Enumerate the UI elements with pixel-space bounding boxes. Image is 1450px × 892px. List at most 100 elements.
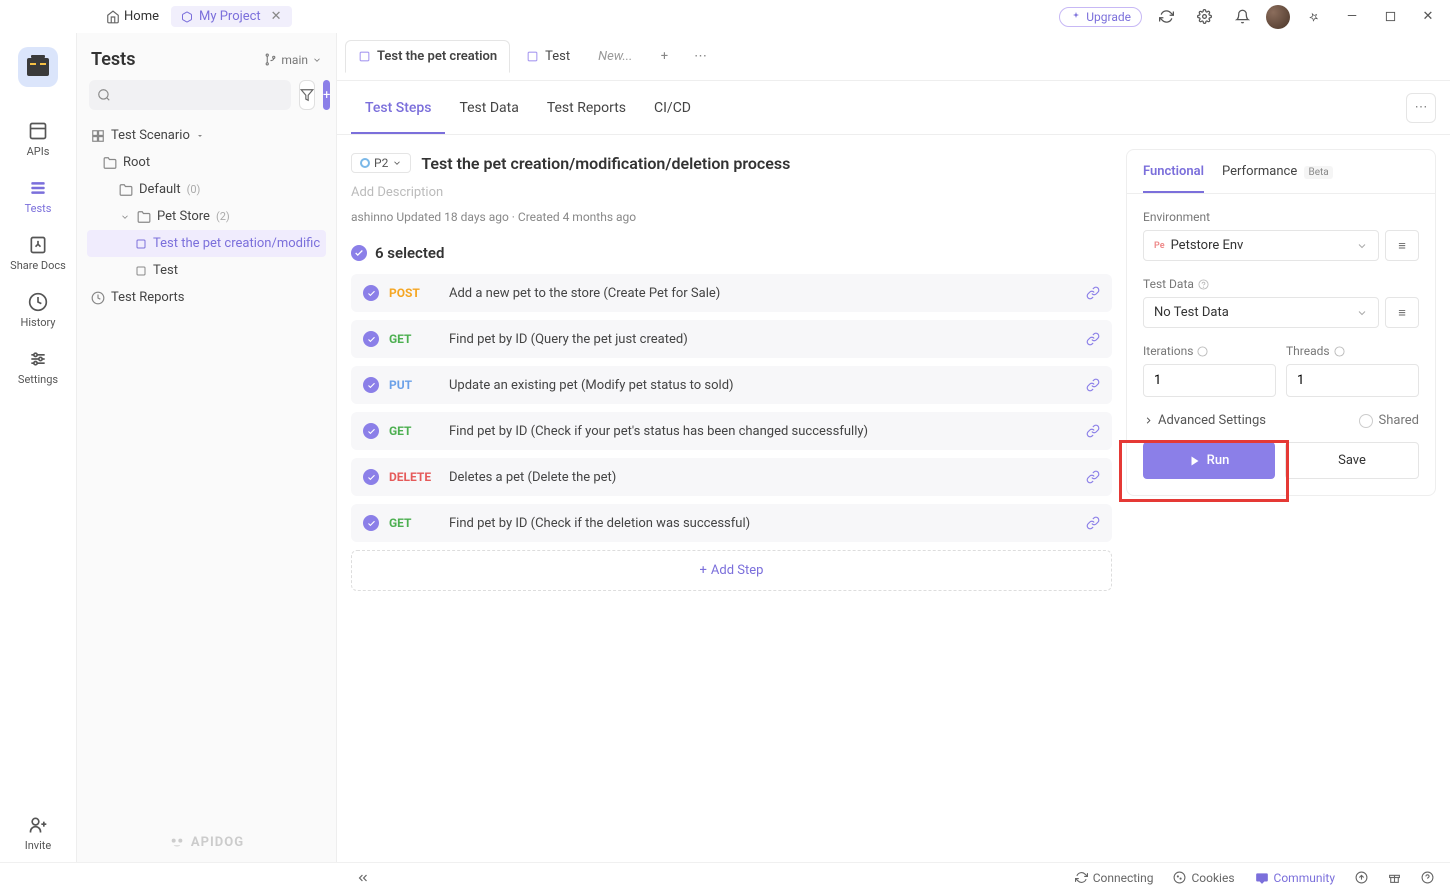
help-icon[interactable]: [1198, 279, 1209, 290]
tree-root[interactable]: Root: [87, 149, 326, 176]
tree-default[interactable]: Default (0): [87, 176, 326, 203]
refresh-button[interactable]: [1152, 9, 1180, 24]
scenario-title[interactable]: Test the pet creation/modification/delet…: [421, 154, 790, 173]
help-icon[interactable]: [1334, 346, 1345, 357]
subtab-reports[interactable]: Test Reports: [533, 82, 640, 134]
tab-add-button[interactable]: +: [648, 49, 680, 64]
history-icon: [28, 292, 48, 312]
status-connecting[interactable]: Connecting: [1075, 871, 1154, 885]
tab-label: Test the pet creation: [377, 49, 497, 64]
minimize-button[interactable]: —: [1338, 9, 1366, 24]
bell-button[interactable]: [1228, 9, 1256, 24]
step-checkbox[interactable]: [363, 423, 379, 439]
step-action-button[interactable]: [1086, 378, 1100, 392]
step-checkbox[interactable]: [363, 515, 379, 531]
help-icon[interactable]: [1197, 346, 1208, 357]
rp-tab-functional[interactable]: Functional: [1143, 150, 1204, 193]
search-box[interactable]: [89, 80, 291, 110]
data-value: No Test Data: [1154, 305, 1229, 320]
status-gift[interactable]: [1388, 871, 1401, 884]
step-checkbox[interactable]: [363, 285, 379, 301]
maximize-button[interactable]: [1376, 11, 1404, 22]
status-label: Cookies: [1191, 871, 1234, 885]
settings-gear-button[interactable]: [1190, 9, 1218, 24]
add-step-label: Add Step: [711, 563, 764, 578]
subtab-more-button[interactable]: ⋯: [1406, 93, 1436, 123]
step-checkbox[interactable]: [363, 331, 379, 347]
tree-label: Test Reports: [111, 290, 185, 305]
subtabs: Test Steps Test Data Test Reports CI/CD …: [337, 81, 1450, 135]
env-label: Environment: [1143, 210, 1419, 224]
step-method: GET: [389, 424, 439, 438]
test-step[interactable]: GET Find pet by ID (Check if the deletio…: [351, 504, 1112, 542]
run-button[interactable]: Run: [1143, 442, 1275, 479]
app-logo[interactable]: [18, 47, 58, 87]
step-action-button[interactable]: [1086, 470, 1100, 484]
tree-reports[interactable]: Test Reports: [87, 284, 326, 311]
link-icon: [1086, 516, 1100, 530]
tree-scenario-root[interactable]: Test Scenario: [87, 122, 326, 149]
test-step[interactable]: DELETE Deletes a pet (Delete the pet): [351, 458, 1112, 496]
status-community[interactable]: Community: [1255, 871, 1335, 885]
rail-history[interactable]: History: [0, 282, 76, 339]
save-button[interactable]: Save: [1285, 442, 1419, 479]
status-upload[interactable]: [1355, 871, 1368, 884]
step-action-button[interactable]: [1086, 516, 1100, 530]
rail-share[interactable]: Share Docs: [0, 225, 76, 282]
rail-tests[interactable]: Tests: [0, 168, 76, 225]
subtab-steps[interactable]: Test Steps: [351, 82, 445, 134]
project-close-icon[interactable]: ✕: [271, 9, 282, 24]
threads-input[interactable]: [1286, 364, 1419, 397]
tab-test[interactable]: Test: [514, 41, 582, 72]
collapse-button[interactable]: [356, 871, 370, 885]
step-action-button[interactable]: [1086, 424, 1100, 438]
selected-count: 6 selected: [375, 244, 444, 262]
shared-toggle[interactable]: Shared: [1359, 413, 1419, 428]
description-input[interactable]: Add Description: [351, 181, 1112, 210]
step-action-button[interactable]: [1086, 286, 1100, 300]
rail-apis[interactable]: APIs: [0, 111, 76, 168]
tab-test-creation[interactable]: Test the pet creation: [345, 40, 510, 73]
step-checkbox[interactable]: [363, 377, 379, 393]
step-checkbox[interactable]: [363, 469, 379, 485]
env-select[interactable]: Pe Petstore Env: [1143, 230, 1379, 261]
subtab-data[interactable]: Test Data: [445, 82, 532, 134]
user-avatar[interactable]: [1266, 5, 1290, 29]
select-all-checkbox[interactable]: [351, 245, 367, 261]
filter-button[interactable]: [299, 80, 315, 110]
data-menu-button[interactable]: ≡: [1385, 297, 1419, 328]
branch-selector[interactable]: main: [264, 53, 322, 67]
sparkle-icon: [1070, 11, 1082, 23]
pin-button[interactable]: [1300, 10, 1328, 24]
tab-new[interactable]: New...: [586, 41, 644, 72]
test-step[interactable]: GET Find pet by ID (Check if your pet's …: [351, 412, 1112, 450]
close-button[interactable]: ✕: [1414, 9, 1442, 24]
env-menu-button[interactable]: ≡: [1385, 230, 1419, 261]
project-tab[interactable]: My Project ✕: [171, 6, 292, 27]
advanced-settings-toggle[interactable]: Advanced Settings: [1143, 413, 1266, 428]
test-step[interactable]: POST Add a new pet to the store (Create …: [351, 274, 1112, 312]
search-input[interactable]: [117, 88, 283, 103]
status-cookies[interactable]: Cookies: [1173, 871, 1234, 885]
iterations-input[interactable]: [1143, 364, 1276, 397]
rail-settings[interactable]: Settings: [0, 339, 76, 396]
add-button[interactable]: +: [323, 80, 330, 110]
data-select[interactable]: No Test Data: [1143, 297, 1379, 328]
rail-invite[interactable]: Invite: [0, 805, 76, 862]
add-step-button[interactable]: + Add Step: [351, 550, 1112, 591]
rail-label: Tests: [25, 202, 52, 215]
rp-tab-performance[interactable]: Performance Beta: [1222, 150, 1333, 193]
status-help[interactable]: [1421, 871, 1434, 884]
tree-test2[interactable]: Test: [87, 257, 326, 284]
test-step[interactable]: PUT Update an existing pet (Modify pet s…: [351, 366, 1112, 404]
step-action-button[interactable]: [1086, 332, 1100, 346]
tree-label: Pet Store: [157, 209, 210, 224]
tab-more-button[interactable]: ⋯: [684, 49, 716, 64]
subtab-cicd[interactable]: CI/CD: [640, 82, 705, 134]
tree-petstore[interactable]: Pet Store (2): [87, 203, 326, 230]
priority-selector[interactable]: P2: [351, 153, 411, 173]
test-step[interactable]: GET Find pet by ID (Query the pet just c…: [351, 320, 1112, 358]
upgrade-button[interactable]: Upgrade: [1059, 7, 1142, 27]
home-button[interactable]: Home: [98, 5, 167, 28]
tree-test1[interactable]: Test the pet creation/modific: [87, 230, 326, 257]
